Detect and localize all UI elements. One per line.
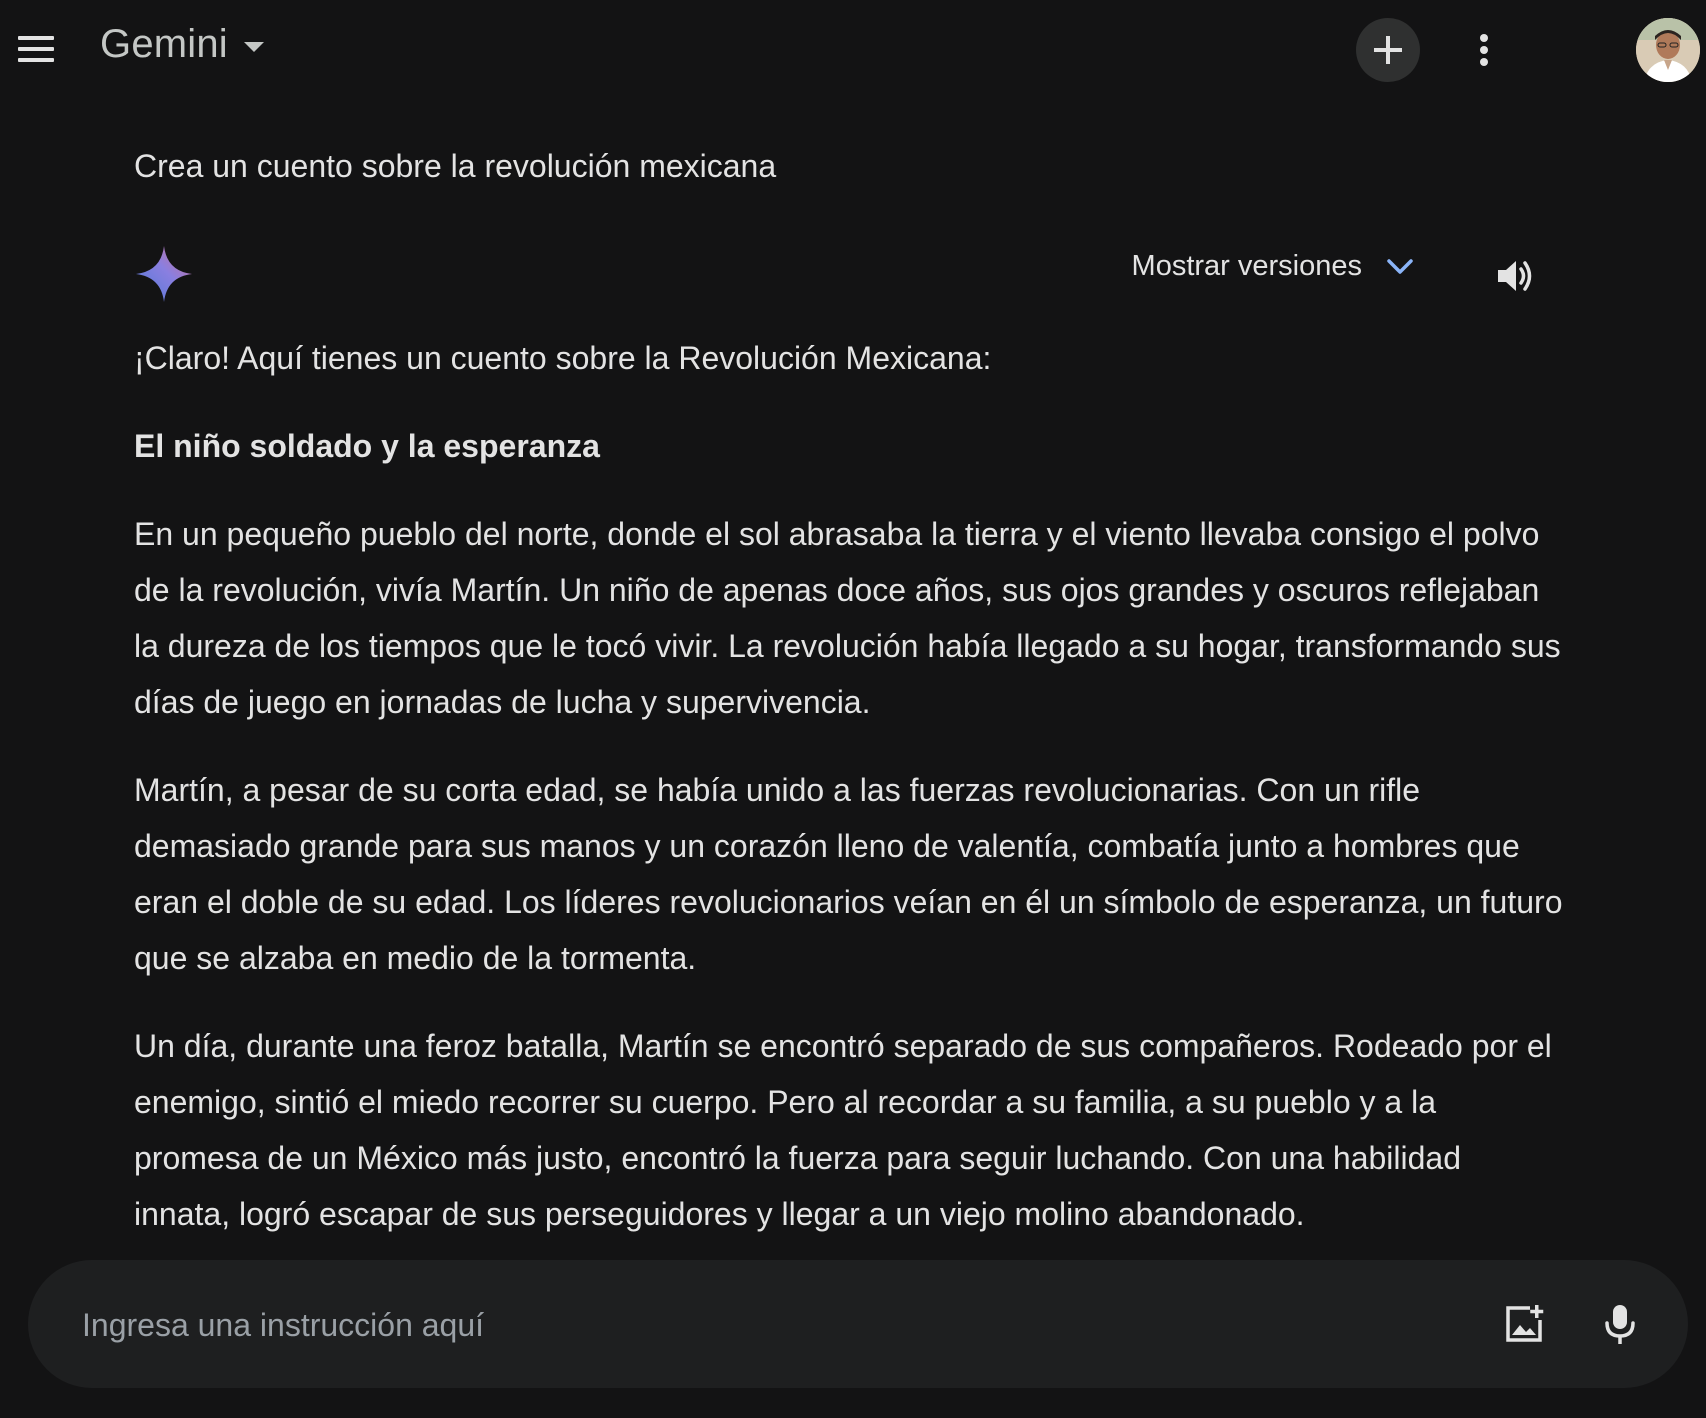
story-title: El niño soldado y la esperanza	[134, 428, 600, 464]
story-paragraph: En un pequeño pueblo del norte, donde el…	[134, 516, 1561, 720]
upload-image-button[interactable]	[1494, 1294, 1554, 1354]
plus-icon	[1374, 36, 1402, 64]
menu-button[interactable]	[14, 32, 58, 68]
menu-icon-bar-1	[18, 36, 54, 40]
response-text: ¡Claro! Aquí tienes un cuento sobre la R…	[134, 330, 1564, 1274]
more-vert-icon	[1480, 34, 1488, 66]
prompt-input[interactable]	[80, 1294, 1404, 1356]
chevron-down-icon	[1387, 258, 1413, 274]
top-app-bar: Gemini	[0, 0, 1706, 100]
user-avatar-icon	[1636, 18, 1700, 82]
show-versions-button[interactable]: Mostrar versiones	[1132, 250, 1414, 283]
microphone-icon	[1605, 1305, 1635, 1344]
new-chat-button[interactable]	[1356, 18, 1420, 82]
user-prompt: Crea un cuento sobre la revolución mexic…	[134, 148, 777, 184]
listen-button[interactable]	[1488, 248, 1544, 304]
prompt-input-bar	[28, 1260, 1688, 1388]
gemini-sparkle-icon	[136, 246, 192, 302]
show-versions-label: Mostrar versiones	[1131, 250, 1362, 282]
avatar[interactable]	[1636, 18, 1700, 82]
response-intro: ¡Claro! Aquí tienes un cuento sobre la R…	[134, 340, 992, 376]
microphone-button[interactable]	[1590, 1294, 1650, 1354]
response-header: Mostrar versiones	[134, 240, 1544, 312]
menu-icon-bar-2	[18, 47, 54, 51]
footer-fade	[0, 1400, 1706, 1418]
story-paragraph: Un día, durante una feroz batalla, Martí…	[134, 1028, 1552, 1232]
menu-icon-bar-3	[18, 58, 54, 62]
model-switcher[interactable]: Gemini	[100, 22, 264, 67]
caret-down-icon	[243, 41, 264, 52]
app-title: Gemini	[100, 22, 228, 66]
volume-up-icon	[1498, 261, 1532, 291]
more-options-button[interactable]	[1464, 22, 1504, 78]
story-paragraph: Martín, a pesar de su corta edad, se hab…	[134, 772, 1563, 976]
add-photo-icon	[1506, 1305, 1544, 1342]
